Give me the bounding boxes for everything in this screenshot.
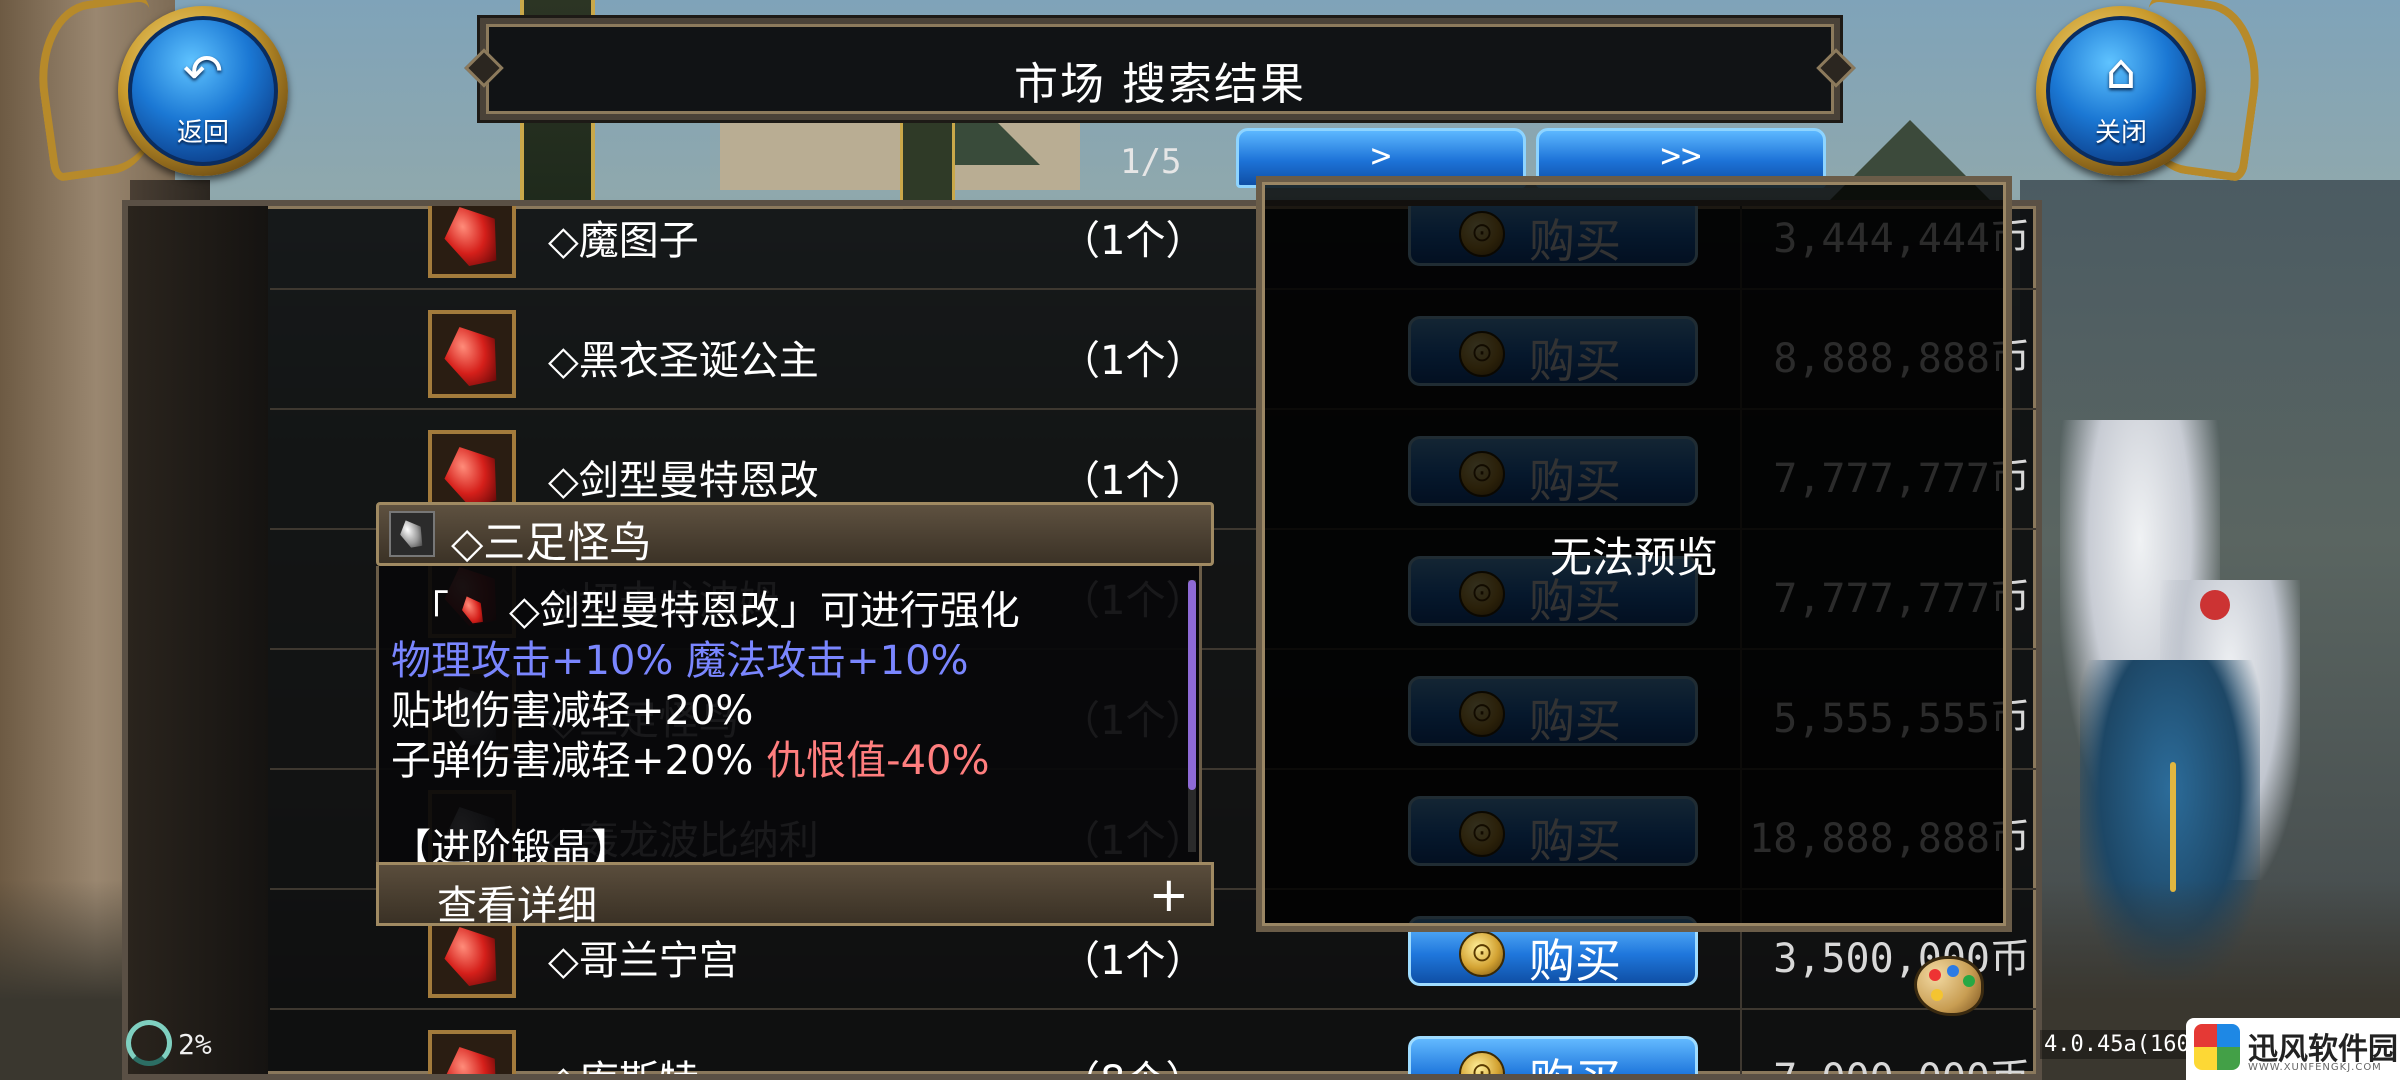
item-quantity: （1个） [1060,938,1206,984]
watermark: 迅风软件园 WWW.XUNFENGKJ.COM [2186,1018,2400,1080]
item-price: 3,500,000币 [1773,936,2030,982]
item-quantity: （1个） [1060,218,1206,264]
gem-icon [458,592,489,628]
close-button-frame: ⌂ 关闭 [1958,0,2270,190]
back-button[interactable]: ↶ 返回 [128,16,278,166]
item-icon-frame [428,1030,516,1080]
plus-icon: + [1148,867,1189,923]
tooltip-header: ◇三足怪鸟 [376,502,1214,567]
tooltip-body: 「◇剑型曼特恩改」可进行强化 物理攻击+10% 魔法攻击+10% 贴地伤害减轻+… [376,566,1202,872]
column-divider [1740,1010,1742,1074]
page-indicator: 1/5 [1120,142,1182,182]
version-label: 4.0.45a(160) [2040,1030,2207,1059]
item-name: ◇库斯特 [548,1048,699,1074]
coin-icon: ⊙ [1459,1051,1505,1074]
close-button[interactable]: ⌂ 关闭 [2046,16,2196,166]
coin-icon: ⊙ [1459,931,1505,977]
page-title: 市场 搜索结果 [1014,59,1306,110]
close-label: 关闭 [2094,118,2147,148]
item-name: ◇哥兰宁宫 [548,938,739,984]
gem-icon [435,1036,511,1080]
back-button-frame: ↶ 返回 [28,0,340,190]
back-arrow-icon: ↶ [182,44,224,100]
item-name: ◇剑型曼特恩改 [548,458,819,504]
item-quantity: （1个） [1060,338,1206,384]
title-bar: 市场 搜索结果 [480,18,1840,120]
item-icon-frame [428,310,516,398]
tooltip-title: ◇三足怪鸟 [451,518,652,567]
preview-message: 无法预览 [1549,533,1718,582]
tooltip-scrollbar[interactable] [1188,580,1196,852]
home-icon: ⌂ [2105,44,2137,100]
stat-bullet-damage: 子弹伤害减轻+20% 仇恨值-40% [391,728,989,786]
buy-label: 购买 [1529,1045,1621,1074]
item-name: ◇黑衣圣诞公主 [548,338,819,384]
item-quantity: （1个） [1060,458,1206,504]
buy-button[interactable]: ⊙ 购买 [1408,1036,1698,1074]
palette-icon[interactable] [1914,956,1984,1016]
stat-bullet-text: 子弹伤害减轻+20% [391,738,754,784]
item-name: ◇魔图子 [548,218,699,264]
buy-label: 购买 [1529,934,1621,988]
back-label: 返回 [176,118,229,148]
battery-icon [126,1020,172,1066]
view-details-button[interactable]: 查看详细 + [376,862,1214,929]
preview-panel: 无法预览 [1256,176,2012,932]
watermark-logo-icon [2194,1024,2240,1070]
item-price: 7,000,000币 [1773,1056,2030,1080]
item-icon-frame [428,200,516,278]
watermark-url: WWW.XUNFENGKJ.COM [2248,1062,2382,1073]
view-details-label: 查看详细 [437,883,597,929]
gem-icon [435,200,511,276]
item-quantity: （8个） [1060,1048,1205,1074]
list-scrollbar[interactable] [2170,762,2176,892]
gem-icon [389,511,435,557]
gem-icon [435,316,511,397]
battery-level: 2% [178,1028,212,1061]
stat-hate: 仇恨值-40% [766,738,990,784]
character-accessory [2200,590,2230,620]
tooltip-scroll-thumb[interactable] [1188,580,1196,790]
table-row[interactable]: ◇库斯特 （8个） ⊙ 购买 7,000,000币 [270,1010,2036,1080]
